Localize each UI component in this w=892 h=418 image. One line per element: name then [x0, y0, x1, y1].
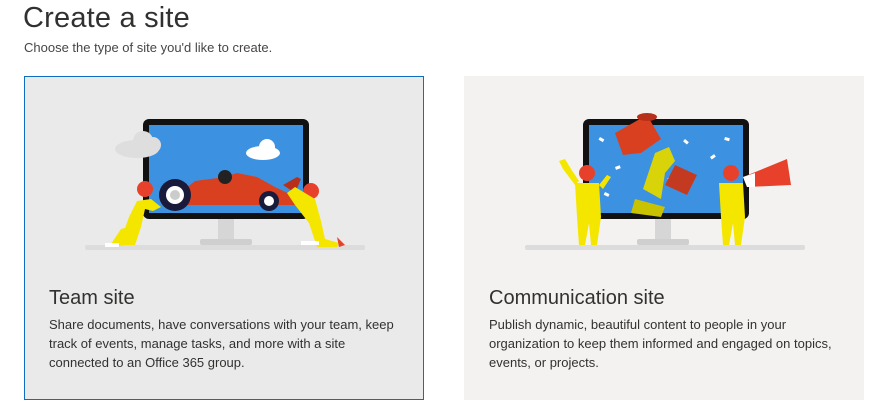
page-subtitle: Choose the type of site you'd like to cr…: [24, 40, 273, 55]
communication-site-description: Publish dynamic, beautiful content to pe…: [489, 317, 832, 370]
communication-site-card[interactable]: Communication site Publish dynamic, beau…: [464, 76, 864, 400]
team-site-title: Team site: [49, 287, 135, 309]
communication-site-title: Communication site: [489, 287, 665, 309]
team-site-description: Share documents, have conversations with…: [49, 317, 394, 370]
page-title: Create a site: [23, 2, 191, 34]
communication-site-illustration: [525, 113, 805, 250]
team-site-illustration: [85, 119, 365, 250]
team-site-card[interactable]: Team site Share documents, have conversa…: [24, 76, 424, 400]
